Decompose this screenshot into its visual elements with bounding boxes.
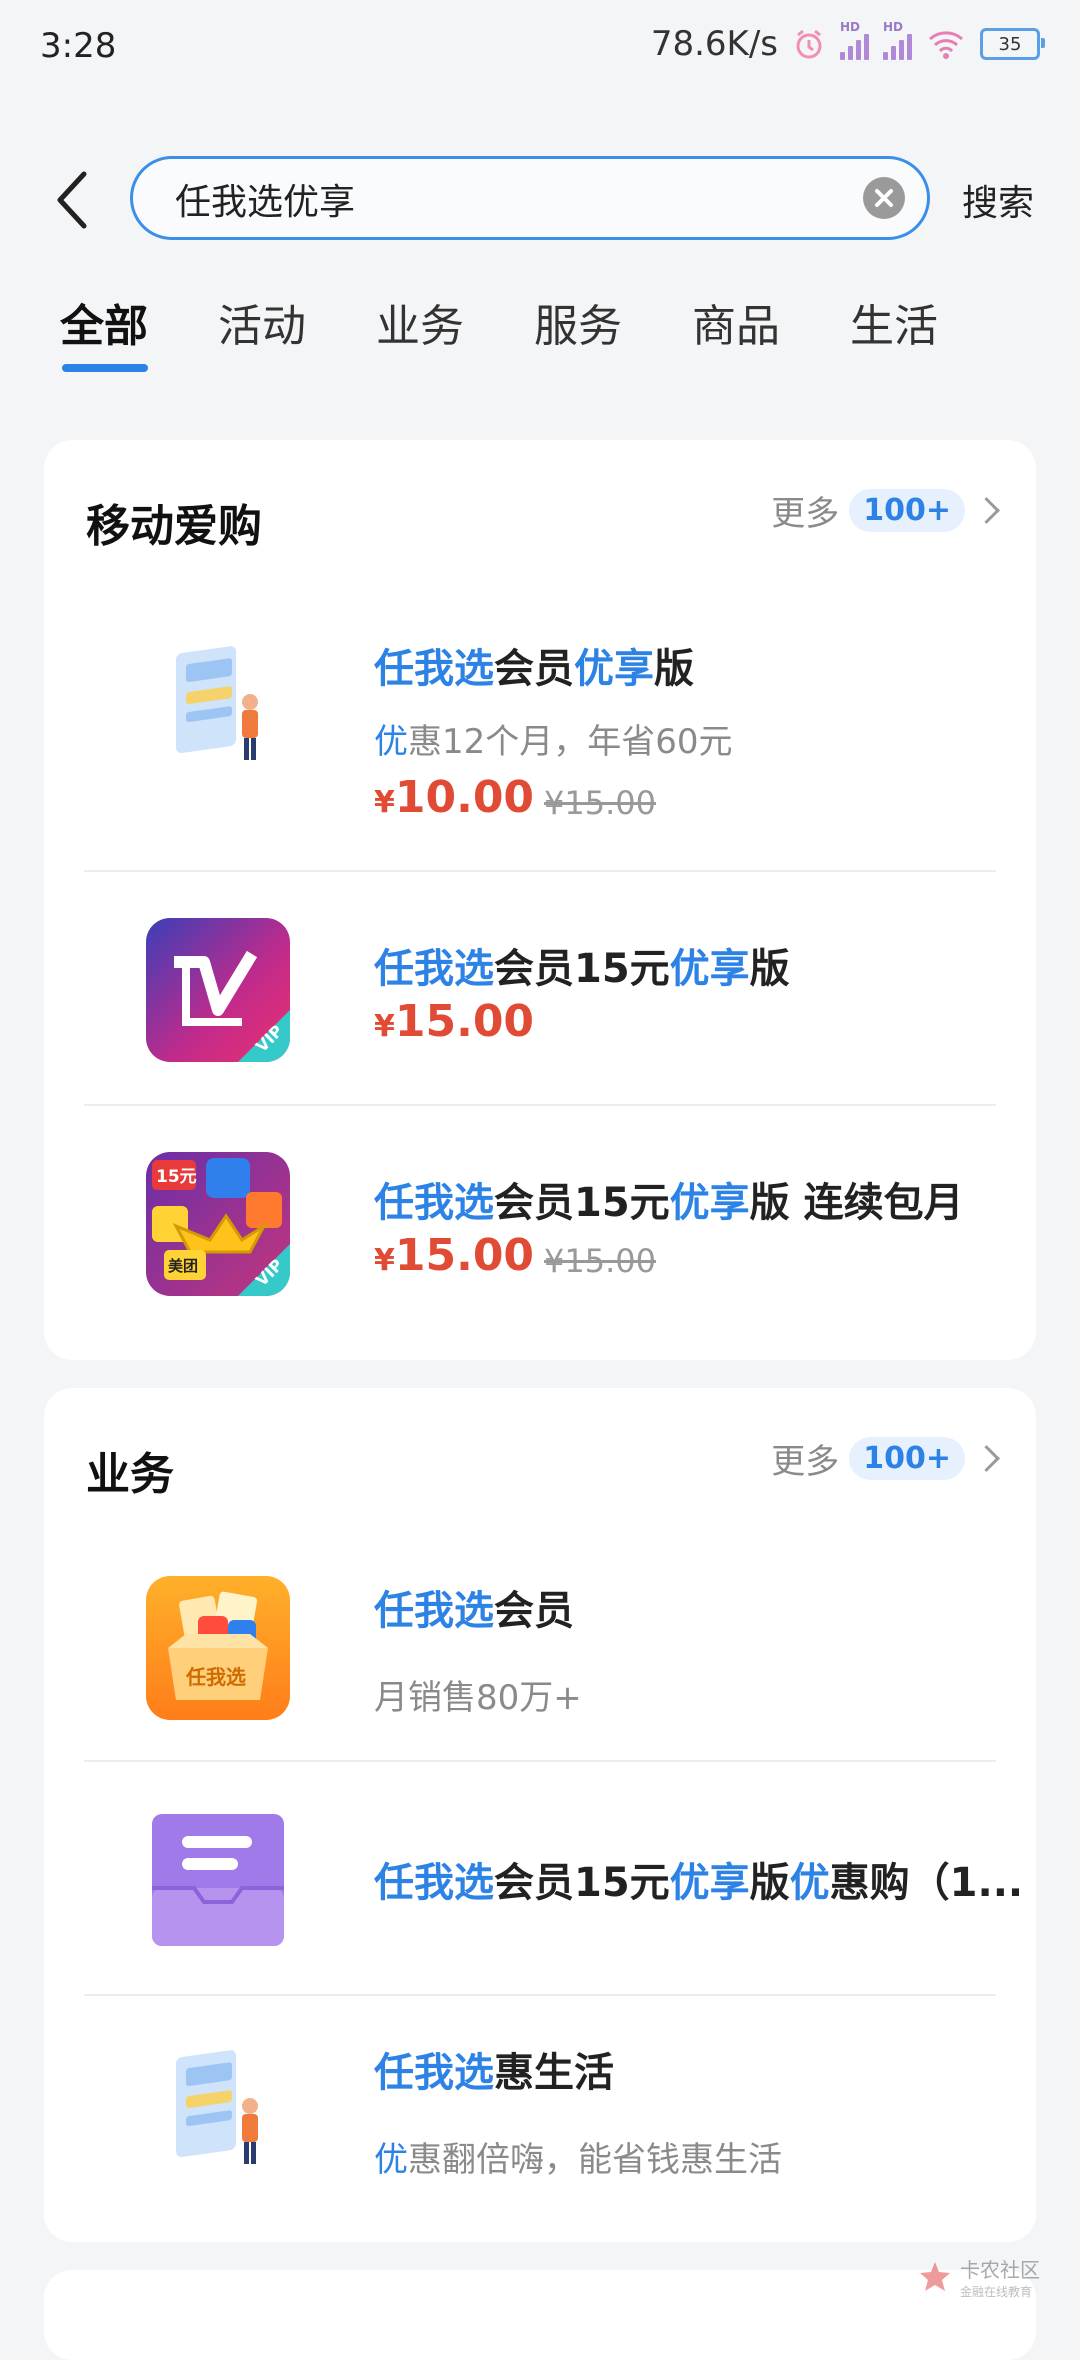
watermark-tagline: 金融在线教育 <box>960 2285 1033 2299</box>
search-box[interactable] <box>130 156 930 240</box>
section-card-business: 业务 更多 100+ 任我选 任我选会员 月销售80万+ 任我选会员15元优享版… <box>44 1388 1036 2242</box>
watermark-name: 卡农社区 <box>960 2258 1040 2282</box>
alarm-icon <box>796 29 822 59</box>
more-link[interactable]: 更多 100+ <box>771 486 1000 535</box>
tab-service[interactable]: 服务 <box>534 290 622 354</box>
item-title: 任我选会员 <box>374 1588 574 1634</box>
status-time: 3:28 <box>40 26 117 66</box>
count-badge: 100+ <box>849 489 965 532</box>
more-link[interactable]: 更多 100+ <box>771 1434 1000 1483</box>
item-title: 任我选会员15元优享版优惠购（1... <box>374 1860 1024 1906</box>
item-subtitle: 优惠12个月，年省60元 <box>374 722 733 762</box>
watermark-logo-icon <box>920 2262 950 2291</box>
item-original-price: ¥15.00 <box>544 1242 656 1280</box>
vip-crown-apps-icon: 15元 美团 VIP <box>146 1152 290 1296</box>
divider <box>84 870 996 872</box>
divider <box>84 1994 996 1996</box>
item-title: 任我选会员15元优享版 连续包月 <box>374 1180 964 1226</box>
vip-v-logo-icon: VIP <box>146 918 290 1062</box>
more-label: 更多 <box>771 494 840 534</box>
tab-life[interactable]: 生活 <box>850 290 938 354</box>
chevron-right-icon <box>973 497 1000 524</box>
item-price: ¥15.00 <box>374 1230 535 1281</box>
gift-box-icon: 任我选 <box>146 1576 290 1720</box>
member-illustration-icon <box>146 640 290 784</box>
divider <box>84 1760 996 1762</box>
battery-icon: 35 <box>980 28 1045 60</box>
more-label: 更多 <box>771 1442 840 1482</box>
member-illustration-icon <box>146 2044 290 2188</box>
watermark: 卡农社区 金融在线教育 <box>918 2254 1040 2300</box>
count-badge: 100+ <box>849 1437 965 1480</box>
item-title: 任我选会员15元优享版 <box>374 946 790 992</box>
status-icons: 78.6K/s HD HD 35 <box>650 20 1045 64</box>
status-bar: 3:28 78.6K/s HD HD 35 <box>0 0 1080 96</box>
network-speed: 78.6K/s <box>650 24 778 64</box>
item-subtitle: 优惠翻倍嗨，能省钱惠生活 <box>374 2140 782 2180</box>
tab-business[interactable]: 业务 <box>376 290 464 354</box>
search-bar-row: 搜索 <box>0 150 1080 250</box>
wifi-icon <box>929 31 963 59</box>
tab-activity[interactable]: 活动 <box>218 290 306 354</box>
clear-search-icon[interactable] <box>863 177 905 219</box>
tab-all[interactable]: 全部 <box>60 290 148 354</box>
tab-products[interactable]: 商品 <box>692 290 780 354</box>
svg-text:任我选: 任我选 <box>185 1665 246 1689</box>
item-title: 任我选会员优享版 <box>374 646 694 692</box>
signal-icon: HD <box>840 20 869 60</box>
section-title: 业务 <box>86 1449 174 1500</box>
item-price: ¥10.00 <box>374 772 535 823</box>
item-title: 任我选惠生活 <box>374 2050 614 2096</box>
category-tabs: 全部 活动 业务 服务 商品 生活 <box>0 280 1080 390</box>
item-original-price: ¥15.00 <box>544 784 656 822</box>
active-tab-indicator <box>62 364 148 372</box>
section-title: 移动爱购 <box>86 501 262 552</box>
document-tray-icon <box>146 1808 290 1952</box>
section-card-next <box>44 2270 1036 2360</box>
svg-text:15元: 15元 <box>156 1167 197 1187</box>
signal-icon-2: HD <box>883 20 912 60</box>
back-arrow-icon[interactable] <box>50 168 98 232</box>
search-input[interactable] <box>173 159 827 239</box>
item-subtitle: 月销售80万+ <box>374 1678 582 1718</box>
divider <box>84 1104 996 1106</box>
section-card-mobile-shop: 移动爱购 更多 100+ 任我选会员优享版 优惠12个月，年省60元 ¥10.0… <box>44 440 1036 1360</box>
chevron-right-icon <box>973 1445 1000 1472</box>
search-button[interactable]: 搜索 <box>962 174 1034 226</box>
item-price: ¥15.00 <box>374 996 535 1047</box>
svg-text:美团: 美团 <box>168 1257 198 1275</box>
battery-level: 35 <box>998 33 1022 55</box>
